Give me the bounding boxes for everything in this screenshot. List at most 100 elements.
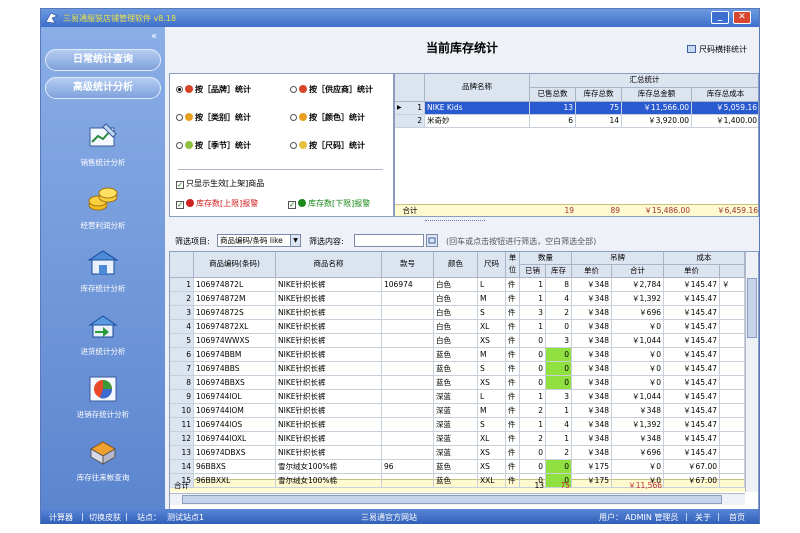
about-link[interactable]: 关于: [695, 512, 711, 523]
grid-cell-size[interactable]: XS: [478, 376, 506, 390]
grid-header-name[interactable]: 商品名称: [276, 252, 382, 278]
grid-cell-size[interactable]: S: [478, 362, 506, 376]
grid-cell-unit[interactable]: 件: [506, 348, 520, 362]
grid-cell-color[interactable]: 白色: [434, 278, 478, 292]
grid-cell-code[interactable]: 106974872S: [194, 306, 276, 320]
grid-row-number[interactable]: 8: [170, 376, 194, 390]
grid-row-number[interactable]: 1: [170, 278, 194, 292]
grid-cell-stock[interactable]: 4: [546, 418, 572, 432]
filter-item-select[interactable]: 商品编码/条码 like ▼: [217, 234, 301, 247]
grid-cell-extra[interactable]: [720, 474, 745, 488]
grid-cell-sold[interactable]: 0: [520, 446, 546, 460]
grid-cell-name[interactable]: NIKE针织长裤: [276, 348, 382, 362]
grid-header-tag-price[interactable]: 单价: [572, 265, 612, 278]
grid-cell-cost[interactable]: ￥145.47: [664, 404, 720, 418]
grid-cell-color[interactable]: 蓝色: [434, 474, 478, 488]
grid-cell-cost[interactable]: ￥145.47: [664, 390, 720, 404]
grid-cell-sold[interactable]: 0: [520, 376, 546, 390]
sidebar-item-profit-analysis[interactable]: 经营利润分析: [55, 185, 151, 237]
grid-cell-unit[interactable]: 件: [506, 278, 520, 292]
grid-cell-price[interactable]: ￥348: [572, 348, 612, 362]
size-horizontal-stat-button[interactable]: 尺码横排统计: [687, 44, 747, 55]
grid-cell-name[interactable]: NIKE针织长裤: [276, 306, 382, 320]
grid-cell-cost[interactable]: ￥67.00: [664, 460, 720, 474]
grid-cell-total[interactable]: ￥696: [612, 446, 664, 460]
minimize-button[interactable]: _: [711, 11, 729, 24]
grid-cell-unit[interactable]: 件: [506, 390, 520, 404]
grid-cell-stock[interactable]: 1: [546, 432, 572, 446]
summary-value-cell[interactable]: 14: [576, 115, 622, 128]
grid-cell-style[interactable]: [382, 404, 434, 418]
grid-cell-extra[interactable]: [720, 446, 745, 460]
grid-cell-price[interactable]: ￥175: [572, 460, 612, 474]
grid-cell-color[interactable]: 蓝色: [434, 362, 478, 376]
grid-cell-sold[interactable]: 1: [520, 390, 546, 404]
grid-header-color[interactable]: 颜色: [434, 252, 478, 278]
grid-cell-size[interactable]: XS: [478, 460, 506, 474]
grid-cell-stock[interactable]: 0: [546, 362, 572, 376]
grid-cell-size[interactable]: M: [478, 404, 506, 418]
grid-cell-total[interactable]: ￥1,392: [612, 418, 664, 432]
grid-cell-code[interactable]: 106974BBM: [194, 348, 276, 362]
grid-cell-extra[interactable]: ￥: [720, 278, 745, 292]
grid-cell-total[interactable]: ￥1,044: [612, 334, 664, 348]
grid-cell-sold[interactable]: 2: [520, 432, 546, 446]
grid-row-number[interactable]: 2: [170, 292, 194, 306]
grid-cell-name[interactable]: NIKE针织长裤: [276, 362, 382, 376]
grid-row-number[interactable]: 9: [170, 390, 194, 404]
grid-cell-price[interactable]: ￥348: [572, 432, 612, 446]
grid-cell-code[interactable]: 106974BBXS: [194, 376, 276, 390]
grid-cell-style[interactable]: [382, 390, 434, 404]
grid-cell-unit[interactable]: 件: [506, 362, 520, 376]
summary-value-cell[interactable]: ￥1,400.00: [692, 115, 758, 128]
grid-cell-sold[interactable]: 1: [520, 292, 546, 306]
grid-cell-stock[interactable]: 3: [546, 334, 572, 348]
grid-cell-extra[interactable]: [720, 334, 745, 348]
grid-cell-code[interactable]: 106974872XL: [194, 320, 276, 334]
grid-cell-color[interactable]: 蓝色: [434, 376, 478, 390]
grid-cell-cost[interactable]: ￥145.47: [664, 418, 720, 432]
grid-cell-size[interactable]: S: [478, 418, 506, 432]
grid-cell-total[interactable]: ￥0: [612, 460, 664, 474]
warn-lower-checkbox[interactable]: ✓ 库存数[下限]报警: [288, 198, 370, 209]
grid-cell-extra[interactable]: [720, 404, 745, 418]
grid-row-number[interactable]: 4: [170, 320, 194, 334]
grid-cell-code[interactable]: 96BBXS: [194, 460, 276, 474]
grid-header-sold[interactable]: 已销: [520, 265, 546, 278]
grid-cell-total[interactable]: ￥2,784: [612, 278, 664, 292]
grid-cell-name[interactable]: 雪尔绒女100%棉: [276, 460, 382, 474]
grid-cell-name[interactable]: NIKE针织长裤: [276, 432, 382, 446]
grid-cell-name[interactable]: NIKE针织长裤: [276, 376, 382, 390]
grid-header-stock[interactable]: 库存: [546, 265, 572, 278]
grid-cell-cost[interactable]: ￥145.47: [664, 306, 720, 320]
filter-search-button[interactable]: [426, 234, 438, 247]
grid-cell-total[interactable]: ￥696: [612, 306, 664, 320]
grid-cell-extra[interactable]: [720, 418, 745, 432]
grid-cell-unit[interactable]: 件: [506, 460, 520, 474]
calculator-link[interactable]: 计算器: [49, 512, 73, 523]
grid-cell-sold[interactable]: 0: [520, 348, 546, 362]
sidebar-item-inventory-ledger[interactable]: 库存往来帐查询: [55, 437, 151, 489]
grid-cell-price[interactable]: ￥348: [572, 320, 612, 334]
grid-cell-sold[interactable]: 3: [520, 306, 546, 320]
grid-cell-unit[interactable]: 件: [506, 306, 520, 320]
grid-cell-name[interactable]: NIKE针织长裤: [276, 446, 382, 460]
grid-cell-total[interactable]: ￥0: [612, 348, 664, 362]
grid-cell-extra[interactable]: [720, 292, 745, 306]
grid-cell-color[interactable]: 白色: [434, 320, 478, 334]
grid-cell-stock[interactable]: 2: [546, 306, 572, 320]
grid-cell-price[interactable]: ￥348: [572, 418, 612, 432]
grid-cell-price[interactable]: ￥348: [572, 362, 612, 376]
grid-cell-size[interactable]: L: [478, 278, 506, 292]
only-active-checkbox[interactable]: ✓ 只显示生效[上架]商品: [176, 178, 264, 189]
grid-cell-unit[interactable]: 件: [506, 418, 520, 432]
daily-query-button[interactable]: 日常统计查询: [45, 49, 161, 71]
title-bar[interactable]: 三易通服装店铺管理软件 v8.18 _ ✕: [41, 9, 759, 27]
grid-header-code[interactable]: 商品编码(条码): [194, 252, 276, 278]
stat-option-radio[interactable]: 按［季节］统计: [176, 140, 251, 151]
stat-option-radio[interactable]: 按［供应商］统计: [290, 84, 373, 95]
grid-cell-unit[interactable]: 件: [506, 446, 520, 460]
vertical-scrollbar[interactable]: [745, 252, 758, 492]
grid-cell-price[interactable]: ￥348: [572, 292, 612, 306]
grid-row-number[interactable]: 14: [170, 460, 194, 474]
